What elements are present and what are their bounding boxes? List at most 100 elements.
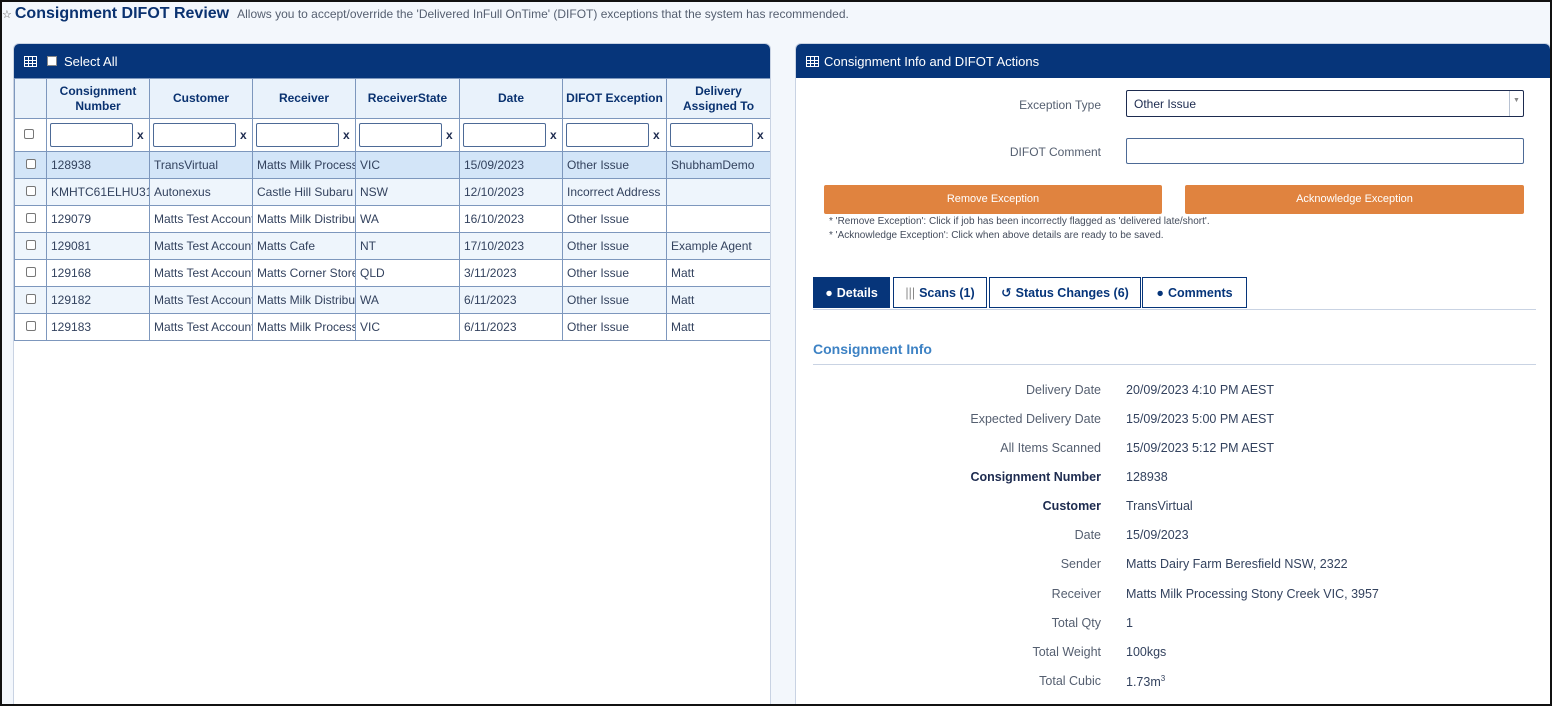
info-panel-title: Consignment Info and DIFOT Actions	[824, 53, 1040, 69]
info-label: Customer	[1042, 499, 1101, 513]
info-value: 20/09/2023 4:10 PM AEST	[1126, 383, 1275, 397]
filter-input[interactable]	[566, 123, 649, 147]
tab-comments[interactable]: ● Comments	[1142, 277, 1247, 308]
filter-input[interactable]	[256, 123, 339, 147]
section-divider	[813, 364, 1536, 365]
table-row[interactable]: 128938 TransVirtual Matts Milk Processin…	[14, 151, 770, 179]
column-header[interactable]: ReceiverState	[355, 78, 460, 119]
table-cell: 129079	[46, 205, 150, 233]
clear-filter-button[interactable]: x	[137, 128, 144, 142]
table-cell: Matts Corner Store	[252, 259, 356, 287]
total-cubic-value: 1.73m	[1126, 675, 1161, 690]
comment-icon: ●	[1156, 285, 1164, 300]
barcode-icon: |||	[905, 285, 916, 300]
row-checkbox[interactable]	[25, 321, 36, 331]
table-cell: Incorrect Address	[562, 178, 667, 206]
table-row[interactable]: 129081 Matts Test Account Matts Cafe NT …	[14, 232, 770, 260]
exception-type-label: Exception Type	[1019, 98, 1101, 112]
info-label: Sender	[1060, 557, 1101, 571]
filter-input[interactable]	[359, 123, 442, 147]
table-cell: Matts Milk Processing	[252, 151, 356, 179]
row-checkbox[interactable]	[25, 186, 36, 196]
acknowledge-exception-note: * 'Acknowledge Exception': Click when ab…	[829, 230, 1164, 241]
tab-status-changes[interactable]: ↺ Status Changes (6)	[989, 277, 1141, 308]
table-cell: Autonexus	[149, 178, 253, 206]
page-subtitle: Allows you to accept/override the 'Deliv…	[237, 7, 849, 21]
user-icon: ●	[825, 285, 833, 300]
column-header[interactable]: Delivery Assigned To	[666, 78, 770, 119]
table-cell: 129183	[46, 313, 150, 341]
table-cell: Matts Test Account	[149, 313, 253, 341]
cubic-superscript: 3	[1160, 674, 1166, 683]
info-value: 15/09/2023 5:12 PM AEST	[1126, 441, 1275, 455]
table-cell: Other Issue	[562, 286, 667, 314]
column-header[interactable]: Receiver	[252, 78, 356, 119]
table-cell: Example Agent	[666, 232, 770, 260]
clear-filter-button[interactable]: x	[757, 128, 764, 142]
acknowledge-exception-button[interactable]: Acknowledge Exception	[1185, 185, 1524, 214]
row-checkbox[interactable]	[25, 267, 36, 277]
difot-comment-label: DIFOT Comment	[1009, 145, 1101, 159]
filter-input[interactable]	[670, 123, 753, 147]
table-row[interactable]: 129079 Matts Test Account Matts Milk Dis…	[14, 205, 770, 233]
table-cell: NT	[355, 232, 460, 260]
table-cell: 12/10/2023	[459, 178, 563, 206]
clear-filter-button[interactable]: x	[446, 128, 453, 142]
table-cell: VIC	[355, 313, 460, 341]
table-row[interactable]: 129168 Matts Test Account Matts Corner S…	[14, 259, 770, 287]
star-icon[interactable]: ☆	[2, 8, 12, 21]
info-value: 15/09/2023	[1126, 528, 1189, 542]
table-cell: Other Issue	[562, 205, 667, 233]
table-cell: 15/09/2023	[459, 151, 563, 179]
info-value: TransVirtual	[1126, 499, 1193, 513]
column-header[interactable]: DIFOT Exception	[562, 78, 667, 119]
row-checkbox[interactable]	[25, 240, 36, 250]
table-cell: Matts Milk Processing	[252, 313, 356, 341]
info-label: Total Weight	[1032, 645, 1101, 659]
exception-type-value: Other Issue	[1134, 97, 1197, 111]
table-cell: 6/11/2023	[459, 286, 563, 314]
table-cell: Other Issue	[562, 313, 667, 341]
table-cell: VIC	[355, 151, 460, 179]
column-header[interactable]: Customer	[149, 78, 253, 119]
info-label: All Items Scanned	[1000, 441, 1101, 455]
table-cell: Other Issue	[562, 259, 667, 287]
clear-filter-button[interactable]: x	[653, 128, 660, 142]
info-panel-header: Consignment Info and DIFOT Actions	[796, 44, 1550, 78]
filter-input[interactable]	[153, 123, 236, 147]
tab-details[interactable]: ● Details	[813, 277, 890, 308]
page-header: ☆ Consignment DIFOT Review Allows you to…	[2, 5, 849, 27]
info-value: 100kgs	[1126, 645, 1167, 659]
row-checkbox[interactable]	[25, 159, 36, 169]
table-cell: 16/10/2023	[459, 205, 563, 233]
table-cell: WA	[355, 286, 460, 314]
row-checkbox[interactable]	[25, 213, 36, 223]
column-header[interactable]: Date	[459, 78, 563, 119]
table-cell: Matts Test Account	[149, 205, 253, 233]
clear-filter-button[interactable]: x	[240, 128, 247, 142]
column-header[interactable]: Consignment Number	[46, 78, 150, 119]
difot-comment-input[interactable]	[1126, 138, 1524, 164]
table-row[interactable]: 129183 Matts Test Account Matts Milk Pro…	[14, 313, 770, 341]
remove-exception-note: * 'Remove Exception': Click if job has b…	[829, 216, 1210, 227]
clear-filter-button[interactable]: x	[550, 128, 557, 142]
filter-row-checkbox[interactable]	[24, 129, 34, 139]
filter-input[interactable]	[463, 123, 546, 147]
tab-label: Details	[836, 285, 878, 300]
select-all-label[interactable]: Select All	[64, 54, 117, 69]
table-cell: 128938	[46, 151, 150, 179]
table-cell: Matts Test Account	[149, 232, 253, 260]
tab-scans[interactable]: ||| Scans (1)	[893, 277, 987, 308]
table-row[interactable]: 129182 Matts Test Account Matts Milk Dis…	[14, 286, 770, 314]
select-all-checkbox[interactable]	[47, 56, 57, 66]
remove-exception-button[interactable]: Remove Exception	[824, 185, 1162, 214]
table-cell: 129182	[46, 286, 150, 314]
table-row[interactable]: KMHTC61ELHU31 Autonexus Castle Hill Suba…	[14, 178, 770, 206]
exception-type-select[interactable]: Other Issue ▼	[1126, 90, 1524, 117]
row-checkbox[interactable]	[25, 294, 36, 304]
grid-icon	[806, 55, 819, 67]
filter-input[interactable]	[50, 123, 133, 147]
clear-filter-button[interactable]: x	[343, 128, 350, 142]
info-label: Date	[1074, 528, 1101, 542]
info-value: 128938	[1126, 470, 1168, 484]
